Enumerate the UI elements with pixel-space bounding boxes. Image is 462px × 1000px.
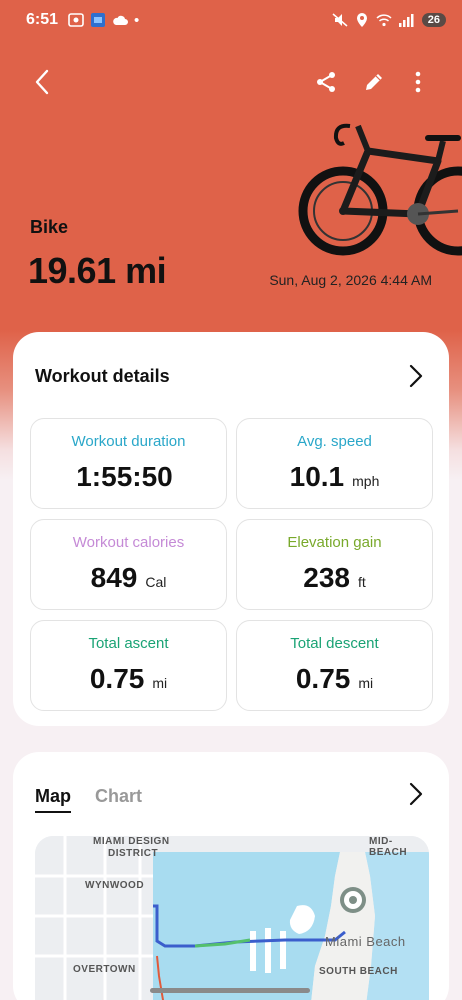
stat-unit: mi	[152, 675, 168, 691]
cloud-icon	[113, 15, 129, 25]
workout-distance: 19.61 mi	[28, 250, 167, 291]
share-icon	[317, 72, 335, 92]
more-vertical-icon	[415, 71, 421, 93]
share-button[interactable]	[310, 66, 342, 98]
stat-unit: Cal	[145, 574, 167, 590]
stat-unit: mph	[352, 473, 380, 489]
stat-label: Total descent	[290, 635, 379, 652]
map-label-miami-design: MIAMI DESIGN	[93, 836, 170, 847]
stat-value: 0.75	[295, 663, 351, 694]
screenshot-icon	[68, 13, 84, 27]
stat-label: Total ascent	[88, 635, 169, 652]
tab-map[interactable]: Map	[35, 786, 71, 813]
map-expand-button[interactable]	[403, 780, 427, 808]
stat-value: 1:55:50	[76, 461, 173, 492]
map-label-overtown: OVERTOWN	[73, 964, 136, 975]
map-label-district: DISTRICT	[108, 848, 159, 859]
signal-icon	[398, 14, 414, 27]
location-icon	[356, 13, 367, 27]
mute-icon	[332, 13, 348, 27]
stat-workout-duration[interactable]: Workout duration 1:55:50	[30, 418, 227, 509]
map-chart-tabs: Map Chart	[35, 786, 142, 813]
map-chart-card: Map Chart MIAMI DESIGN DISTRICT WYNWOOD …	[13, 752, 449, 1000]
route-map[interactable]: MIAMI DESIGN DISTRICT WYNWOOD MID-BEACH …	[35, 836, 429, 1000]
stat-avg-speed[interactable]: Avg. speed 10.1 mph	[236, 418, 433, 509]
battery-indicator: 26	[421, 13, 446, 27]
back-button[interactable]	[26, 66, 58, 98]
status-bar: 6:51 • 26	[0, 0, 462, 40]
map-label-wynwood: WYNWOOD	[85, 880, 145, 891]
back-arrow-icon	[35, 69, 49, 95]
stat-unit: ft	[357, 574, 366, 590]
stat-workout-calories[interactable]: Workout calories 849 Cal	[30, 519, 227, 610]
stat-value: 849	[90, 562, 138, 593]
stat-value: 10.1	[289, 461, 345, 492]
tab-chart[interactable]: Chart	[95, 786, 142, 813]
stat-value: 0.75	[89, 663, 145, 694]
top-navigation	[0, 58, 462, 106]
stat-total-descent[interactable]: Total descent 0.75 mi	[236, 620, 433, 711]
map-label-south-beach: SOUTH BEACH	[319, 966, 398, 977]
more-options-button[interactable]	[402, 66, 434, 98]
edit-button[interactable]	[358, 66, 390, 98]
notification-dot: •	[134, 11, 140, 29]
map-label-mid-beach: MID-BEACH	[369, 836, 408, 858]
stat-label: Avg. speed	[297, 433, 372, 450]
map-label-miami-beach: Miami Beach	[325, 934, 406, 949]
wifi-icon	[376, 14, 392, 27]
pencil-icon	[366, 74, 382, 90]
stat-total-ascent[interactable]: Total ascent 0.75 mi	[30, 620, 227, 711]
stat-unit: mi	[358, 675, 374, 691]
chevron-right-icon	[409, 364, 423, 388]
activity-type: Bike	[30, 217, 69, 237]
workout-details-expand-button[interactable]	[403, 362, 427, 390]
bicycle-illustration	[298, 123, 462, 256]
chevron-right-icon	[409, 782, 423, 806]
home-indicator[interactable]	[150, 988, 310, 993]
stat-value: 238	[303, 562, 350, 593]
stat-elevation-gain[interactable]: Elevation gain 238 ft	[236, 519, 433, 610]
stat-label: Workout calories	[72, 534, 185, 551]
app-notification-icon	[91, 13, 106, 27]
status-time: 6:51	[26, 11, 59, 28]
workout-details-title: Workout details	[35, 366, 170, 386]
workout-details-card: Workout details Workout duration 1:55:50…	[13, 332, 449, 726]
workout-datetime: Sun, Aug 2, 2026 4:44 AM	[269, 272, 432, 288]
stat-label: Elevation gain	[287, 534, 382, 551]
stat-label: Workout duration	[71, 433, 186, 450]
